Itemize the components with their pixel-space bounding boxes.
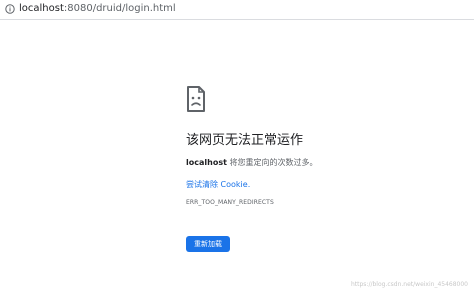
- info-icon[interactable]: [5, 4, 15, 14]
- url-text[interactable]: localhost:8080/druid/login.html: [19, 2, 176, 16]
- url-host: localhost: [19, 3, 64, 14]
- clear-cookies-link[interactable]: 尝试清除 Cookie.: [186, 179, 250, 190]
- address-bar[interactable]: localhost:8080/druid/login.html: [0, 0, 474, 20]
- url-path: :8080/druid/login.html: [63, 3, 176, 14]
- reload-button[interactable]: 重新加载: [186, 236, 230, 252]
- sad-page-icon: [187, 86, 205, 112]
- watermark: https://blog.csdn.net/weixin_45468000: [350, 281, 468, 288]
- error-description-text: 将您重定向的次数过多。: [226, 158, 318, 167]
- error-code: ERR_TOO_MANY_REDIRECTS: [186, 199, 274, 206]
- error-description-host: localhost: [186, 158, 227, 167]
- browser-page: localhost:8080/druid/login.html 该网页无法正常运…: [0, 0, 474, 291]
- error-heading: 该网页无法正常运作: [186, 133, 304, 148]
- error-description: localhost 将您重定向的次数过多。: [186, 157, 317, 168]
